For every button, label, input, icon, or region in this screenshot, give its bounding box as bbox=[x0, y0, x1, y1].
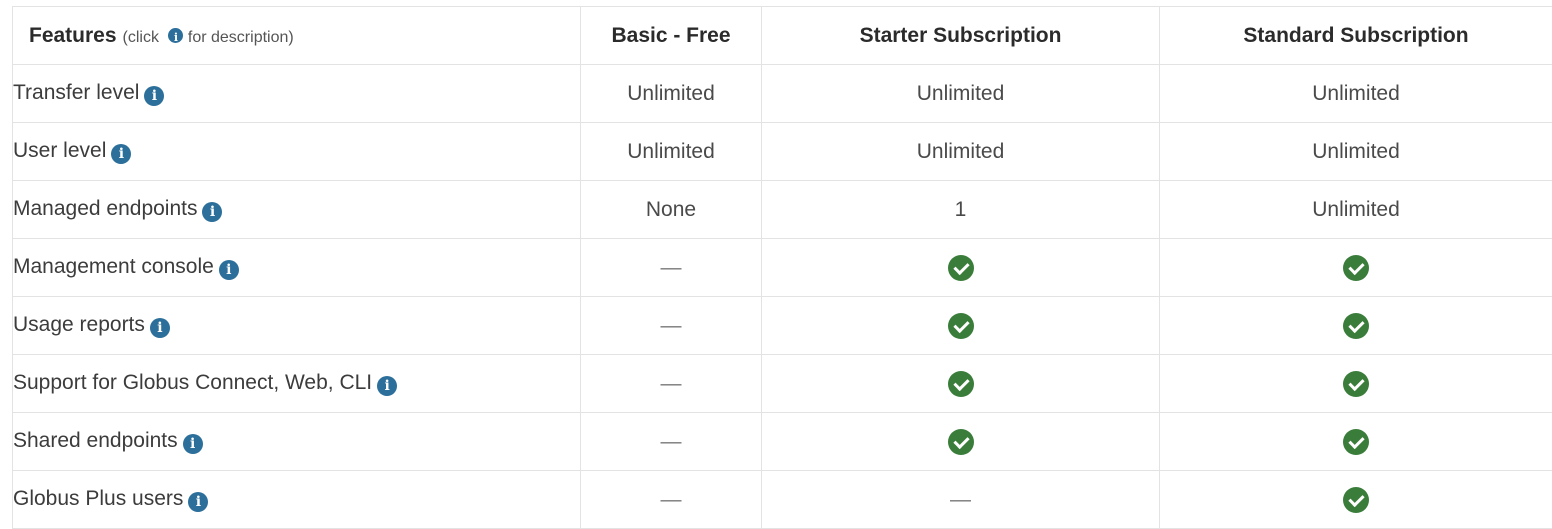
info-icon[interactable]: i bbox=[377, 376, 397, 396]
check-circle-icon bbox=[948, 371, 974, 397]
value-cell-basic: None bbox=[581, 181, 762, 239]
value-cell-starter: — bbox=[762, 471, 1160, 529]
plan-header-basic: Basic - Free bbox=[581, 7, 762, 65]
value-cell-standard: Unlimited bbox=[1160, 181, 1552, 239]
info-icon[interactable]: i bbox=[202, 202, 222, 222]
info-icon[interactable]: i bbox=[111, 144, 131, 164]
value-cell-basic: — bbox=[581, 239, 762, 297]
feature-label: Management console bbox=[13, 255, 214, 278]
feature-label: Usage reports bbox=[13, 313, 145, 336]
value-cell-starter: 1 bbox=[762, 181, 1160, 239]
info-icon[interactable]: i bbox=[150, 318, 170, 338]
not-available-dash: — bbox=[661, 430, 682, 453]
feature-label: Globus Plus users bbox=[13, 487, 183, 510]
page: Features (click i for description) Basic … bbox=[0, 0, 1552, 519]
not-available-dash: — bbox=[661, 372, 682, 395]
features-hint-post: for description) bbox=[188, 29, 294, 46]
table-row: Globus Plus usersi — — bbox=[13, 471, 1552, 529]
check-circle-icon bbox=[1343, 487, 1369, 513]
table-header-row: Features (click i for description) Basic … bbox=[13, 7, 1552, 65]
value-cell-standard bbox=[1160, 297, 1552, 355]
plan-header-standard: Standard Subscription bbox=[1160, 7, 1552, 65]
value-cell-starter bbox=[762, 413, 1160, 471]
not-available-dash: — bbox=[661, 488, 682, 511]
table-body: Transfer leveliUnlimitedUnlimitedUnlimit… bbox=[13, 65, 1552, 529]
value-cell-standard bbox=[1160, 471, 1552, 529]
value-cell-basic: — bbox=[581, 297, 762, 355]
plan-comparison-table: Features (click i for description) Basic … bbox=[12, 6, 1552, 529]
feature-label: Support for Globus Connect, Web, CLI bbox=[13, 371, 372, 394]
value-cell-standard: Unlimited bbox=[1160, 123, 1552, 181]
features-hint: (click i for description) bbox=[123, 29, 294, 46]
feature-label: Managed endpoints bbox=[13, 197, 197, 220]
value-text: Unlimited bbox=[917, 82, 1005, 105]
value-text: Unlimited bbox=[917, 140, 1005, 163]
plan-header-starter: Starter Subscription bbox=[762, 7, 1160, 65]
not-available-dash: — bbox=[950, 488, 971, 511]
feature-cell: Usage reportsi bbox=[13, 297, 581, 355]
features-label: Features bbox=[29, 24, 117, 47]
check-circle-icon bbox=[948, 313, 974, 339]
value-cell-standard bbox=[1160, 413, 1552, 471]
feature-cell: Management consolei bbox=[13, 239, 581, 297]
feature-cell: Managed endpointsi bbox=[13, 181, 581, 239]
info-icon[interactable]: i bbox=[144, 86, 164, 106]
features-hint-pre: (click bbox=[123, 29, 159, 46]
value-cell-standard bbox=[1160, 355, 1552, 413]
value-cell-starter: Unlimited bbox=[762, 123, 1160, 181]
not-available-dash: — bbox=[661, 256, 682, 279]
table-row: Managed endpointsi None 1 Unlimited bbox=[13, 181, 1552, 239]
check-circle-icon bbox=[1343, 371, 1369, 397]
check-circle-icon bbox=[1343, 429, 1369, 455]
info-icon[interactable]: i bbox=[219, 260, 239, 280]
check-circle-icon bbox=[1343, 255, 1369, 281]
table-row: Support for Globus Connect, Web, CLIi — bbox=[13, 355, 1552, 413]
info-icon: i bbox=[168, 28, 183, 43]
features-column-header: Features (click i for description) bbox=[13, 7, 581, 65]
table-row: Usage reportsi — bbox=[13, 297, 1552, 355]
value-cell-basic: Unlimited bbox=[581, 123, 762, 181]
value-text: 1 bbox=[955, 198, 967, 221]
feature-label: Transfer level bbox=[13, 81, 139, 104]
value-text: Unlimited bbox=[1312, 198, 1400, 221]
value-text: Unlimited bbox=[627, 140, 715, 163]
feature-cell: Transfer leveli bbox=[13, 65, 581, 123]
feature-cell: User leveli bbox=[13, 123, 581, 181]
info-icon[interactable]: i bbox=[183, 434, 203, 454]
check-circle-icon bbox=[948, 255, 974, 281]
value-text: Unlimited bbox=[1312, 82, 1400, 105]
feature-label: User level bbox=[13, 139, 106, 162]
value-text: Unlimited bbox=[627, 82, 715, 105]
info-icon[interactable]: i bbox=[188, 492, 208, 512]
value-cell-starter bbox=[762, 355, 1160, 413]
check-circle-icon bbox=[948, 429, 974, 455]
feature-cell: Support for Globus Connect, Web, CLIi bbox=[13, 355, 581, 413]
feature-cell: Globus Plus usersi bbox=[13, 471, 581, 529]
value-text: None bbox=[646, 198, 696, 221]
table-row: Management consolei — bbox=[13, 239, 1552, 297]
value-text: Unlimited bbox=[1312, 140, 1400, 163]
value-cell-starter bbox=[762, 297, 1160, 355]
table-row: User leveli Unlimited Unlimited Unlimited bbox=[13, 123, 1552, 181]
value-cell-standard: Unlimited bbox=[1160, 65, 1552, 123]
value-cell-starter bbox=[762, 239, 1160, 297]
table-row: Shared endpointsi — bbox=[13, 413, 1552, 471]
value-cell-standard bbox=[1160, 239, 1552, 297]
value-cell-starter: Unlimited bbox=[762, 65, 1160, 123]
value-cell-basic: — bbox=[581, 471, 762, 529]
value-cell-basic: — bbox=[581, 413, 762, 471]
value-cell-basic: — bbox=[581, 355, 762, 413]
feature-label: Shared endpoints bbox=[13, 429, 178, 452]
not-available-dash: — bbox=[661, 314, 682, 337]
check-circle-icon bbox=[1343, 313, 1369, 339]
feature-cell: Shared endpointsi bbox=[13, 413, 581, 471]
table-row: Transfer leveli Unlimited Unlimited Unlimit… bbox=[13, 65, 1552, 123]
value-cell-basic: Unlimited bbox=[581, 65, 762, 123]
